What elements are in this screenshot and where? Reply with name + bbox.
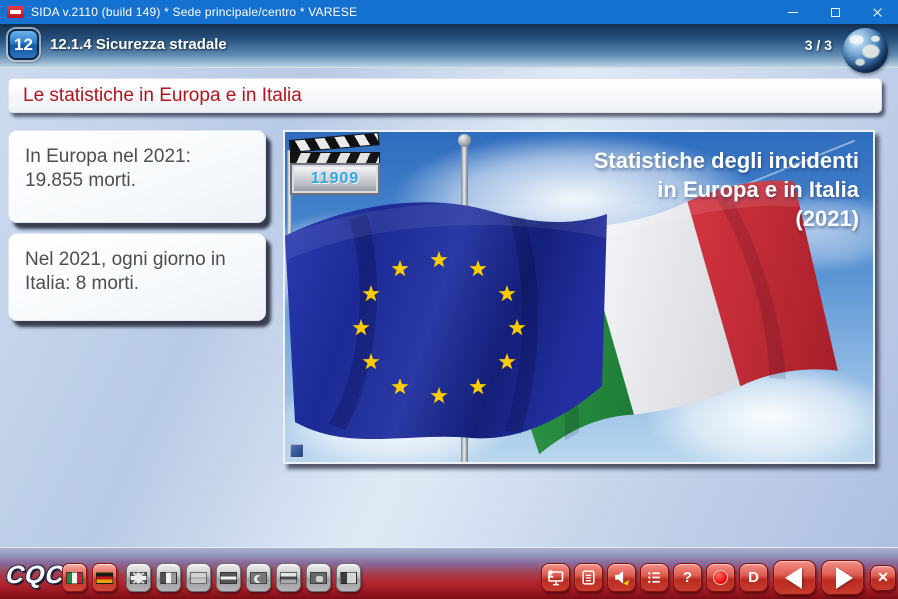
flag-icon-grayscale [250, 572, 267, 584]
language-button-italian[interactable] [62, 563, 87, 592]
note-text: Nel 2021, ogni giorno in Italia: 8 morti… [25, 249, 226, 294]
pole-finial [458, 134, 471, 147]
next-button[interactable] [821, 560, 864, 595]
dictionary-label: D [748, 569, 759, 586]
minimize-button[interactable] [772, 0, 814, 24]
language-button-9[interactable] [306, 563, 331, 592]
maximize-button[interactable] [814, 0, 856, 24]
previous-button[interactable] [773, 560, 816, 595]
list-icon [646, 569, 663, 586]
clip-number: 11909 [311, 170, 360, 188]
app-icon [7, 6, 24, 18]
language-button-7[interactable] [246, 563, 271, 592]
language-button-german[interactable] [92, 563, 117, 592]
speaker-icon [612, 569, 631, 586]
index-list-button[interactable] [640, 563, 669, 592]
french-flag-icon [160, 572, 177, 584]
flag-icon-grayscale [280, 572, 297, 584]
window-title: SIDA v.2110 (build 149) * Sede principal… [31, 5, 357, 19]
italian-flag-icon [66, 572, 83, 584]
minimize-icon [788, 12, 798, 13]
language-row [62, 563, 361, 592]
arrow-right-icon [836, 567, 853, 589]
close-button[interactable] [856, 0, 898, 24]
page-indicator: 3 / 3 [805, 37, 832, 53]
note-text: In Europa nel 2021: 19.855 morti. [25, 146, 191, 191]
record-button[interactable] [706, 563, 735, 592]
help-label: ? [683, 569, 692, 586]
tools-row: ? D ✕ [537, 560, 896, 595]
caption-line: (2021) [594, 204, 859, 233]
maximize-icon [831, 8, 840, 17]
chapter-title: 12.1.4 Sicurezza stradale [50, 36, 227, 53]
british-flag-icon [130, 572, 147, 584]
clapper-stripes [289, 132, 380, 153]
flag-icon-grayscale [310, 572, 327, 584]
bottom-toolbar: CQC [0, 547, 898, 599]
caption-line: Statistiche degli incidenti [594, 146, 859, 175]
chapter-badge: 12 [8, 29, 39, 60]
clip-number-plate: 11909 [290, 163, 380, 195]
screen-person-icon [546, 569, 565, 586]
eu-flag [283, 188, 614, 464]
german-flag-icon [96, 572, 113, 584]
picture-icon [289, 443, 304, 458]
help-button[interactable]: ? [673, 563, 702, 592]
clapperboard-icon: 11909 [290, 140, 380, 198]
sida-window: SIDA v.2110 (build 149) * Sede principal… [0, 0, 898, 599]
media-caption: Statistiche degli incidenti in Europa e … [594, 146, 859, 233]
chapter-header: 12 12.1.4 Sicurezza stradale 3 / 3 [0, 24, 898, 68]
flag-icon-grayscale [190, 572, 207, 584]
lesson-title-bar: Le statistiche in Europa e in Italia [8, 78, 882, 113]
audio-button[interactable] [607, 563, 636, 592]
language-button-6[interactable] [216, 563, 241, 592]
lesson-title: Le statistiche in Europa e in Italia [23, 85, 302, 107]
language-button-english[interactable] [126, 563, 151, 592]
screen-presentation-button[interactable] [541, 563, 570, 592]
language-button-10[interactable] [336, 563, 361, 592]
text-sheet-button[interactable] [574, 563, 603, 592]
arrow-left-icon [785, 567, 802, 589]
exit-label: ✕ [877, 569, 889, 586]
caption-line: in Europa e in Italia [594, 175, 859, 204]
media-frame[interactable]: Statistiche degli incidenti in Europa e … [283, 130, 875, 464]
flag-icon-grayscale [340, 572, 357, 584]
titlebar: SIDA v.2110 (build 149) * Sede principal… [0, 0, 898, 24]
document-icon [580, 569, 597, 586]
exit-lesson-button[interactable]: ✕ [870, 565, 896, 591]
language-button-5[interactable] [186, 563, 211, 592]
record-icon [713, 570, 728, 585]
cqc-logo: CQC [4, 561, 66, 590]
close-icon [872, 7, 883, 18]
note-box: Nel 2021, ogni giorno in Italia: 8 morti… [8, 233, 266, 321]
language-button-8[interactable] [276, 563, 301, 592]
globe-icon [843, 28, 888, 73]
lesson-content: Le statistiche in Europa e in Italia In … [0, 68, 898, 547]
flag-icon-grayscale [220, 572, 237, 584]
dictionary-button[interactable]: D [739, 563, 768, 592]
note-box: In Europa nel 2021: 19.855 morti. [8, 130, 266, 223]
language-button-french[interactable] [156, 563, 181, 592]
